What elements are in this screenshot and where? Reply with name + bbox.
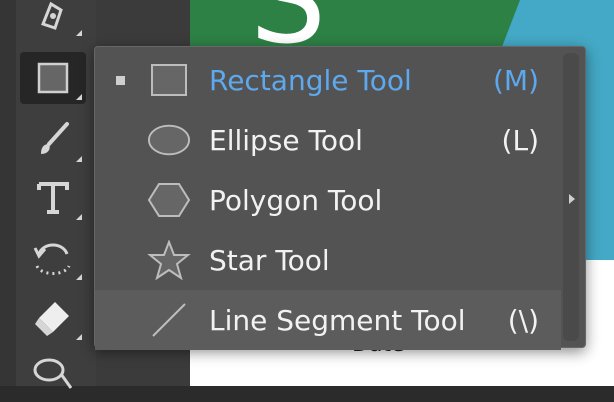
eraser-icon [31,296,75,340]
menu-item-label: Star Tool [209,244,330,277]
line-segment-icon [147,300,191,340]
tool-group-indicator [76,334,82,340]
type-icon [33,178,73,218]
paintbrush-icon [33,120,73,160]
toolbar-edge [0,0,16,386]
rotate-icon [31,236,75,280]
menu-item-label: Line Segment Tool [209,304,466,337]
rotate-tool-button[interactable] [20,232,86,284]
menu-item-label: Ellipse Tool [209,124,363,157]
tool-group-indicator [76,30,82,36]
ellipse-icon [147,120,191,160]
tool-group-indicator [76,274,82,280]
tool-group-indicator [76,156,82,162]
rectangle-icon [36,61,70,95]
pen-icon [33,0,73,34]
eraser-tool-button[interactable] [20,292,86,344]
rectangle-tool-button[interactable] [20,52,86,104]
lasso-icon [31,354,75,398]
menu-item-star-tool[interactable]: Star Tool [95,230,561,290]
tearoff-arrow-icon [569,194,575,204]
menu-item-shortcut: (\) [507,304,539,337]
menu-item-shortcut: (L) [501,124,539,157]
selected-indicator-icon [116,76,125,85]
tool-group-indicator [76,214,82,220]
menu-item-ellipse-tool[interactable]: Ellipse Tool (L) [95,110,561,170]
menu-item-label: Polygon Tool [209,184,383,217]
paintbrush-tool-button[interactable] [20,114,86,166]
pen-tool-button[interactable] [20,0,86,40]
lasso-tool-button[interactable] [20,350,86,402]
menu-item-polygon-tool[interactable]: Polygon Tool [95,170,561,230]
type-tool-button[interactable] [20,172,86,224]
star-icon [147,240,191,280]
menu-item-line-segment-tool[interactable]: Line Segment Tool (\) [95,290,561,350]
rectangle-icon [147,60,191,100]
tools-panel [0,0,96,389]
tool-group-indicator [76,94,82,100]
shape-tools-flyout: Rectangle Tool (M) Ellipse Tool (L) Poly… [94,46,586,350]
polygon-icon [147,180,191,220]
menu-item-label: Rectangle Tool [209,64,412,97]
menu-item-shortcut: (M) [492,64,539,97]
menu-item-rectangle-tool[interactable]: Rectangle Tool (M) [95,50,561,110]
